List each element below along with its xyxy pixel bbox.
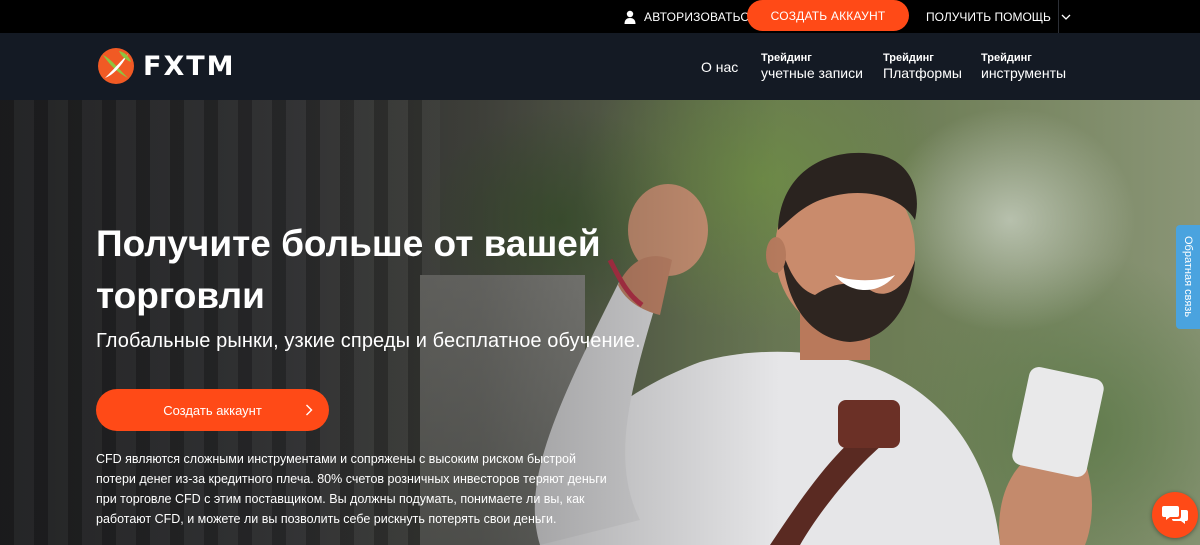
nav-platforms-small-label: Трейдинг <box>883 52 934 64</box>
chevron-right-icon <box>306 404 313 416</box>
nav-instruments-small-label: Трейдинг <box>981 52 1032 64</box>
chat-button[interactable] <box>1152 492 1198 538</box>
nav-instruments-big-label: инструменты <box>981 65 1067 81</box>
feedback-label: Обратная связь <box>1182 236 1194 318</box>
login-label: АВТОРИЗОВАТЬСЯ <box>644 9 759 24</box>
help-dropdown[interactable]: ПОЛУЧИТЬ ПОМОЩЬ <box>926 0 1071 33</box>
chevron-down-icon <box>1061 14 1071 20</box>
nav-trading-instruments[interactable]: Трейдинг инструменты <box>981 33 1066 100</box>
main-navbar: FXTM О нас Трейдинг учетные записи Трейд… <box>0 33 1200 100</box>
fxtm-logo[interactable]: FXTM <box>97 47 236 85</box>
topbar-divider <box>1058 0 1059 33</box>
nav-about-label: О нас <box>701 58 739 75</box>
nav-platforms-big-label: Платформы <box>883 65 962 81</box>
create-account-top-button[interactable]: СОЗДАТЬ АККАУНТ <box>747 0 909 31</box>
hero-title: Получите больше от вашей торговли <box>96 223 601 316</box>
help-label: ПОЛУЧИТЬ ПОМОЩЬ <box>926 9 1051 24</box>
nav-about[interactable]: О нас <box>701 33 738 100</box>
nav-accounts-small-label: Трейдинг <box>761 52 812 64</box>
feedback-tab[interactable]: Обратная связь <box>1176 225 1200 329</box>
chat-bubbles-icon <box>1162 506 1188 524</box>
nav-trading-platforms[interactable]: Трейдинг Платформы <box>883 33 962 100</box>
hero-subtitle: Глобальные рынки, узкие спреды и бесплат… <box>96 330 641 352</box>
logo-text: FXTM <box>143 50 236 82</box>
create-account-hero-label: Создать аккаунт <box>163 402 262 418</box>
hero-section: Получите больше от вашей торговли Глобал… <box>0 100 1200 545</box>
top-utility-bar: АВТОРИЗОВАТЬСЯ СОЗДАТЬ АККАУНТ ПОЛУЧИТЬ … <box>0 0 1200 33</box>
nav-trading-accounts[interactable]: Трейдинг учетные записи <box>761 33 863 100</box>
nav-accounts-big-label: учетные записи <box>761 65 863 81</box>
risk-warning-text: CFD являются сложными инструментами и со… <box>96 452 607 526</box>
create-account-top-label: СОЗДАТЬ АККАУНТ <box>770 8 886 23</box>
login-link[interactable]: АВТОРИЗОВАТЬСЯ <box>624 0 758 33</box>
user-icon <box>624 10 636 24</box>
create-account-hero-button[interactable]: Создать аккаунт <box>96 389 329 431</box>
fxtm-logo-icon <box>98 48 134 84</box>
